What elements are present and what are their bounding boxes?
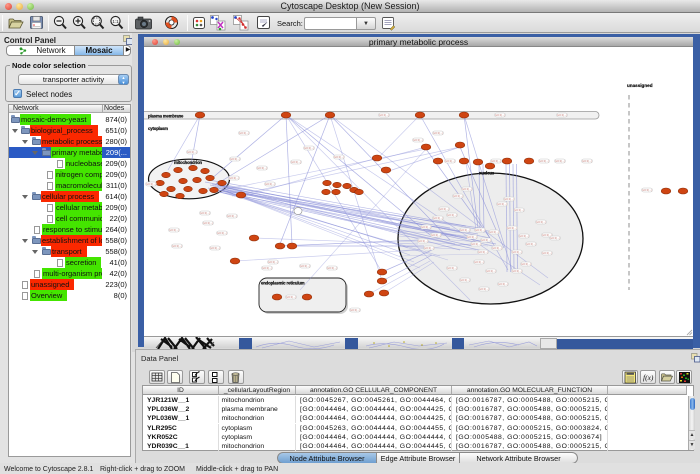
svg-text:GO:0(...): GO:0(...) — [146, 182, 156, 186]
svg-text:GO:0(...): GO:0(...) — [460, 278, 470, 282]
svg-text:mitochondrion: mitochondrion — [174, 160, 203, 165]
svg-text:GO:0(...): GO:0(...) — [239, 131, 249, 135]
svg-text:GO:0(...): GO:0(...) — [519, 234, 529, 238]
svg-text:GO:0(...): GO:0(...) — [217, 231, 227, 235]
svg-text:GO:0(...): GO:0(...) — [479, 287, 489, 291]
svg-text:GO:0(...): GO:0(...) — [474, 260, 484, 264]
svg-text:plasma membrane: plasma membrane — [148, 114, 184, 119]
svg-text:GO:0(...): GO:0(...) — [475, 228, 485, 232]
svg-text:GO:0(...): GO:0(...) — [447, 266, 457, 270]
svg-text:unassigned: unassigned — [627, 83, 653, 88]
svg-text:GO:0(...): GO:0(...) — [413, 138, 423, 142]
svg-text:GO:0(...): GO:0(...) — [467, 235, 477, 239]
svg-text:GO:0(...): GO:0(...) — [334, 155, 344, 159]
svg-text:GO:0(...): GO:0(...) — [379, 113, 389, 117]
svg-text:GO:0(...): GO:0(...) — [550, 236, 560, 240]
svg-text:GO:0(...): GO:0(...) — [507, 226, 517, 230]
svg-text:GO:0(...): GO:0(...) — [350, 308, 360, 312]
svg-text:GO:0(...): GO:0(...) — [257, 166, 267, 170]
svg-text:GO:0(...): GO:0(...) — [268, 260, 278, 264]
svg-text:GO:0(...): GO:0(...) — [471, 242, 481, 246]
svg-text:GO:0(...): GO:0(...) — [453, 194, 463, 198]
svg-text:GO:0(...): GO:0(...) — [265, 182, 275, 186]
svg-text:GO:0(...): GO:0(...) — [504, 197, 514, 201]
svg-text:GO:0(...): GO:0(...) — [491, 159, 501, 163]
svg-text:GO:0(...): GO:0(...) — [495, 113, 505, 117]
svg-text:GO:0(...): GO:0(...) — [557, 113, 567, 117]
svg-text:f(x): f(x) — [643, 373, 654, 382]
svg-text:GO:0(...): GO:0(...) — [203, 221, 213, 225]
svg-text:GO:0(...): GO:0(...) — [286, 295, 296, 299]
svg-text:GO:0(...): GO:0(...) — [460, 228, 470, 232]
svg-text:GO:0(...): GO:0(...) — [521, 262, 531, 266]
svg-text:GO:0(...): GO:0(...) — [512, 269, 522, 273]
svg-text:GO:0(...): GO:0(...) — [172, 244, 182, 248]
svg-text:GO:0(...): GO:0(...) — [642, 188, 652, 192]
svg-text:GO:0(...): GO:0(...) — [478, 250, 488, 254]
svg-text:GO:0(...): GO:0(...) — [481, 238, 491, 242]
svg-text:GO:0(...): GO:0(...) — [210, 246, 220, 250]
svg-text:GO:0(...): GO:0(...) — [445, 159, 455, 163]
svg-text:GO:0(...): GO:0(...) — [555, 159, 565, 163]
svg-text:GO:0(...): GO:0(...) — [492, 246, 502, 250]
svg-text:GO:0(...): GO:0(...) — [230, 157, 240, 161]
svg-text:GO:0(...): GO:0(...) — [514, 208, 524, 212]
svg-text:GO:0(...): GO:0(...) — [187, 150, 197, 154]
svg-text:GO:0(...): GO:0(...) — [498, 282, 508, 286]
svg-text:GO:0(...): GO:0(...) — [526, 242, 536, 246]
svg-text:GO:0(...): GO:0(...) — [542, 251, 552, 255]
svg-text:GO:0(...): GO:0(...) — [433, 216, 443, 220]
svg-text:cytoplasm: cytoplasm — [148, 126, 168, 131]
svg-text:nucleus: nucleus — [479, 171, 495, 176]
svg-text:GO:0(...): GO:0(...) — [536, 220, 546, 224]
svg-text:GO:0(...): GO:0(...) — [304, 146, 314, 150]
svg-text:GO:0(...): GO:0(...) — [262, 266, 272, 270]
svg-text:GO:0(...): GO:0(...) — [200, 211, 210, 215]
svg-text:GO:0(...): GO:0(...) — [169, 228, 179, 232]
svg-text:endoplasmic reticulum: endoplasmic reticulum — [261, 281, 305, 286]
svg-text:GO:0(...): GO:0(...) — [327, 266, 337, 270]
svg-text:GO:0(...): GO:0(...) — [439, 207, 449, 211]
svg-text:GO:0(...): GO:0(...) — [486, 269, 496, 273]
svg-text:GO:0(...): GO:0(...) — [582, 159, 592, 163]
svg-text:GO:0(...): GO:0(...) — [447, 213, 457, 217]
svg-text:GO:0(...): GO:0(...) — [227, 214, 237, 218]
svg-text:GO:0(...): GO:0(...) — [424, 246, 434, 250]
svg-text:1:1: 1:1 — [112, 19, 119, 24]
svg-text:GO:0(...): GO:0(...) — [421, 225, 431, 229]
svg-text:GO:0(...): GO:0(...) — [512, 250, 522, 254]
svg-text:GO:0(...): GO:0(...) — [229, 176, 239, 180]
svg-text:GO:0(...): GO:0(...) — [431, 233, 441, 237]
svg-text:GO:0(...): GO:0(...) — [462, 187, 472, 191]
svg-text:GO:0(...): GO:0(...) — [497, 202, 507, 206]
svg-text:GO:0(...): GO:0(...) — [433, 131, 443, 135]
svg-text:GO:0(...): GO:0(...) — [489, 230, 499, 234]
svg-text:GO:0(...): GO:0(...) — [539, 159, 549, 163]
svg-text:GO:0(...): GO:0(...) — [418, 239, 428, 243]
svg-text:GO:0(...): GO:0(...) — [300, 264, 310, 268]
svg-text:GO:0(...): GO:0(...) — [291, 160, 301, 164]
